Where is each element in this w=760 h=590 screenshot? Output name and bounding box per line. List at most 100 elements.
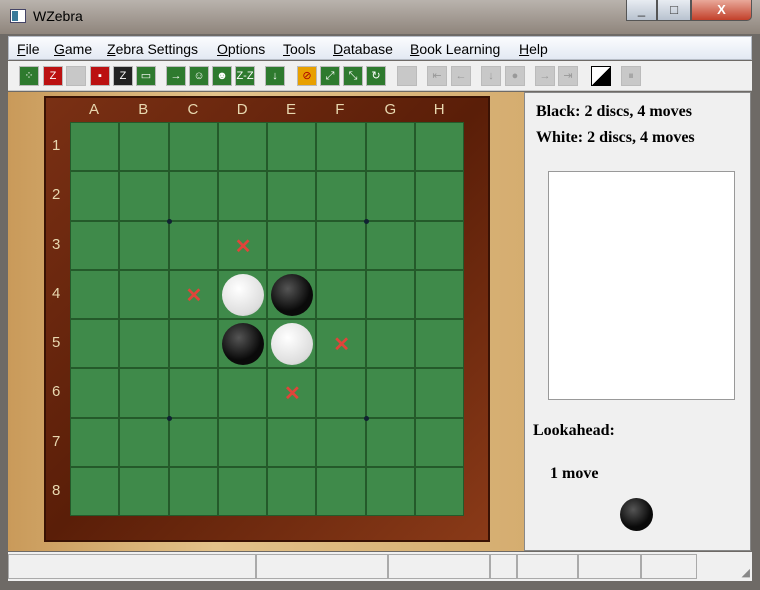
menu-tools[interactable]: Tools — [283, 41, 316, 57]
open-folder-icon[interactable]: ▭ — [136, 66, 156, 86]
square-H4[interactable] — [414, 269, 464, 319]
square-A7[interactable] — [70, 417, 120, 467]
new-game-icon[interactable]: ⁘ — [19, 66, 39, 86]
square-C7[interactable] — [168, 417, 218, 467]
square-G8[interactable] — [365, 466, 415, 516]
forward-icon[interactable]: → — [535, 66, 555, 86]
square-D6[interactable] — [217, 368, 267, 418]
hint-bulb-icon[interactable]: ● — [505, 66, 525, 86]
square-B2[interactable] — [119, 171, 169, 221]
square-G3[interactable] — [365, 220, 415, 270]
square-D8[interactable] — [217, 466, 267, 516]
square-C3[interactable] — [168, 220, 218, 270]
square-F6[interactable] — [316, 368, 366, 418]
square-A5[interactable] — [70, 319, 120, 369]
legal-move-marker[interactable]: ✕ — [284, 381, 301, 406]
square-C1[interactable] — [168, 122, 218, 172]
legal-move-marker[interactable]: ✕ — [333, 332, 350, 357]
pause-icon[interactable]: ⏸ — [621, 66, 641, 86]
stop-icon[interactable]: ⊘ — [297, 66, 317, 86]
square-H6[interactable] — [414, 368, 464, 418]
auto-play-icon[interactable]: Z-Z — [235, 66, 255, 86]
square-G7[interactable] — [365, 417, 415, 467]
square-A1[interactable] — [70, 122, 120, 172]
square-E8[interactable] — [267, 466, 317, 516]
square-F4[interactable] — [316, 269, 366, 319]
legal-move-marker[interactable]: ✕ — [186, 283, 203, 308]
square-G4[interactable] — [365, 269, 415, 319]
maximize-button[interactable]: □ — [657, 0, 691, 21]
black-white-toggle-icon[interactable] — [591, 66, 611, 86]
square-F8[interactable] — [316, 466, 366, 516]
square-D1[interactable] — [217, 122, 267, 172]
square-H8[interactable] — [414, 466, 464, 516]
square-G6[interactable] — [365, 368, 415, 418]
menu-help[interactable]: Help — [519, 41, 548, 57]
square-C2[interactable] — [168, 171, 218, 221]
square-C5[interactable] — [168, 319, 218, 369]
close-button[interactable]: X — [691, 0, 752, 21]
square-B1[interactable] — [119, 122, 169, 172]
save-disk-icon[interactable]: Z — [113, 66, 133, 86]
square-F7[interactable] — [316, 417, 366, 467]
square-H2[interactable] — [414, 171, 464, 221]
zebra-book-icon[interactable]: Z — [43, 66, 63, 86]
square-A6[interactable] — [70, 368, 120, 418]
square-G1[interactable] — [365, 122, 415, 172]
square-E1[interactable] — [267, 122, 317, 172]
square-H7[interactable] — [414, 417, 464, 467]
square-G5[interactable] — [365, 319, 415, 369]
disabled-icon[interactable] — [66, 66, 86, 86]
square-F2[interactable] — [316, 171, 366, 221]
square-H3[interactable] — [414, 220, 464, 270]
rotate-icon[interactable]: ↻ — [366, 66, 386, 86]
square-E3[interactable] — [267, 220, 317, 270]
square-B5[interactable] — [119, 319, 169, 369]
status-pane — [490, 554, 517, 579]
square-B4[interactable] — [119, 269, 169, 319]
square-E7[interactable] — [267, 417, 317, 467]
human-player-icon[interactable]: ☺ — [189, 66, 209, 86]
square-F1[interactable] — [316, 122, 366, 172]
square-G2[interactable] — [365, 171, 415, 221]
square-H5[interactable] — [414, 319, 464, 369]
square-B8[interactable] — [119, 466, 169, 516]
expand-alt-icon[interactable]: ⤡ — [343, 66, 363, 86]
square-D2[interactable] — [217, 171, 267, 221]
square-H1[interactable] — [414, 122, 464, 172]
resize-grip-icon[interactable]: ◢ — [742, 566, 750, 579]
menu-file[interactable]: File — [17, 41, 40, 57]
menu-database[interactable]: Database — [333, 41, 393, 57]
square-B6[interactable] — [119, 368, 169, 418]
move-list-box[interactable] — [548, 171, 735, 400]
square-C6[interactable] — [168, 368, 218, 418]
toolbar: ⁘ Z ▪ Z ▭ → ☺ ☻ Z-Z ↓ ⊘ ⤢ ⤡ ↻ ⇤ ← ↓ ● → ⇥ ⏸ — [8, 61, 752, 91]
menu-book-learning[interactable]: Book Learning — [410, 41, 500, 57]
menu-options[interactable]: Options — [217, 41, 265, 57]
page-icon[interactable] — [397, 66, 417, 86]
square-F3[interactable] — [316, 220, 366, 270]
legal-move-marker[interactable]: ✕ — [235, 234, 252, 259]
back-icon[interactable]: ← — [451, 66, 471, 86]
square-A2[interactable] — [70, 171, 120, 221]
board-star-point — [363, 218, 369, 224]
move-down-icon[interactable]: ↓ — [265, 66, 285, 86]
menu-zebra-settings[interactable]: Zebra Settings — [107, 41, 198, 57]
square-D7[interactable] — [217, 417, 267, 467]
square-C8[interactable] — [168, 466, 218, 516]
square-B7[interactable] — [119, 417, 169, 467]
square-A3[interactable] — [70, 220, 120, 270]
computer-player-icon[interactable]: ☻ — [212, 66, 232, 86]
expand-icon[interactable]: ⤢ — [320, 66, 340, 86]
play-arrow-icon[interactable]: → — [166, 66, 186, 86]
last-move-icon[interactable]: ⇥ — [558, 66, 578, 86]
save-book-icon[interactable]: ▪ — [90, 66, 110, 86]
menu-game[interactable]: Game — [54, 41, 92, 57]
square-E2[interactable] — [267, 171, 317, 221]
down-arrow-icon[interactable]: ↓ — [481, 66, 501, 86]
square-A4[interactable] — [70, 269, 120, 319]
first-move-icon[interactable]: ⇤ — [427, 66, 447, 86]
minimize-button[interactable]: _ — [626, 0, 657, 21]
square-A8[interactable] — [70, 466, 120, 516]
square-B3[interactable] — [119, 220, 169, 270]
